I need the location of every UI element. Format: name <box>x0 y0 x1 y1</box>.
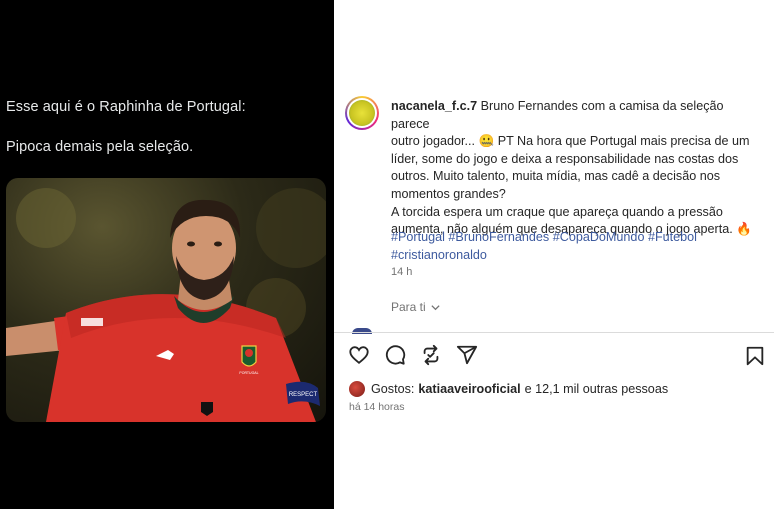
player-photo[interactable]: PORTUGAL RESPECT <box>6 178 326 422</box>
comment-icon[interactable] <box>384 344 406 366</box>
caption-line-6: A torcida espera um craque que apareça q… <box>391 204 723 219</box>
username-link[interactable]: nacanela_f.c.7 <box>391 99 477 113</box>
post-time: 14 h <box>391 266 413 278</box>
heart-icon[interactable] <box>348 344 370 366</box>
liker-avatar <box>349 381 365 397</box>
caption-line-3: líder, some do jogo e deixa a responsabi… <box>391 151 739 166</box>
next-comment-avatar <box>352 328 372 334</box>
repost-icon[interactable] <box>420 344 442 366</box>
profile-avatar[interactable] <box>345 96 379 130</box>
caption-line-2: outro jogador... 🤐 PT Na hora que Portug… <box>391 134 750 149</box>
post-caption: nacanela_f.c.7 Bruno Fernandes com a cam… <box>391 98 761 239</box>
caption-line-5: momentos grandes? <box>391 186 506 201</box>
likes-summary[interactable]: Gostos: katiaaveirooficial e 12,1 mil ou… <box>349 381 668 397</box>
likes-count[interactable]: e 12,1 mil outras pessoas <box>525 382 669 396</box>
liked-by-user[interactable]: katiaaveirooficial <box>418 382 520 396</box>
send-icon[interactable] <box>456 344 478 366</box>
avatar-logo <box>349 100 375 126</box>
for-you-label: Para ti <box>391 300 426 314</box>
hashtags-line1[interactable]: #Portugal #BrunoFernandes #CopaDoMundo #… <box>391 229 761 247</box>
hashtags-line2[interactable]: #cristianoronaldo <box>391 247 761 265</box>
posted-time: há 14 horas <box>349 401 405 413</box>
bookmark-icon[interactable] <box>744 345 766 367</box>
for-you-dropdown[interactable]: Para ti <box>391 300 441 314</box>
likes-prefix: Gostos: <box>371 382 415 396</box>
divider <box>334 332 774 333</box>
crest-text: PORTUGAL <box>239 371 258 375</box>
armband-text: RESPECT <box>289 392 318 398</box>
chevron-down-icon <box>431 304 440 310</box>
hashtags[interactable]: #Portugal #BrunoFernandes #CopaDoMundo #… <box>391 229 761 264</box>
caption-line-4: outros. Muito talento, muita mídia, mas … <box>391 169 721 184</box>
tweet-text-line2: Pipoca demais pela seleção. <box>6 139 194 155</box>
tweet-text-line1: Esse aqui é o Raphinha de Portugal: <box>6 99 246 115</box>
player-illustration: PORTUGAL RESPECT <box>6 188 326 422</box>
tweet-panel: Esse aqui é o Raphinha de Portugal: Pipo… <box>0 0 334 509</box>
action-bar <box>348 344 478 366</box>
